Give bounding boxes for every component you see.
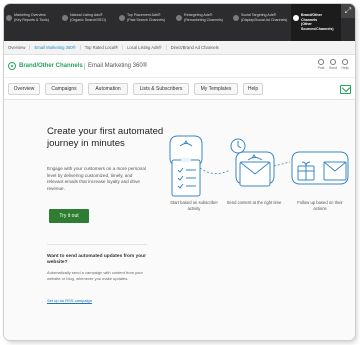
nav-tab-social-targeting[interactable]: Social Targeting Ads® (Display/Social Ad… — [231, 4, 291, 41]
top-placement-icon — [119, 15, 125, 21]
help-button[interactable]: Help — [340, 59, 350, 70]
tab-overview[interactable]: Overview — [8, 83, 40, 95]
nav-tab-sublabel: (Key Reports & Tools) — [14, 17, 49, 22]
nav-tab-sublabel: (Organic Search/SEO) — [70, 17, 106, 22]
marketing-overview-icon — [6, 15, 12, 21]
gift-email-icon — [291, 151, 349, 185]
step-caption-timing: Send content at the right time — [226, 200, 282, 205]
tab-my-templates[interactable]: My Templates — [194, 83, 238, 95]
section-divider — [47, 244, 147, 245]
nav-tab-label: Retargeting Ads® — [184, 13, 213, 17]
tab-lists-subscribers[interactable]: Lists & Subscribers — [133, 83, 189, 95]
nav-tab-sublabel: (Paid Search Channels) — [127, 17, 166, 22]
rss-campaign-link[interactable]: Set up an RSS campaign — [47, 298, 92, 303]
post-label: Post — [317, 66, 325, 70]
brand-title[interactable]: Brand/Other Channels — [19, 63, 83, 69]
post-button[interactable]: Post — [316, 59, 326, 70]
section-tabs: Overview Campaigns Automation Lists & Su… — [4, 78, 355, 100]
help-label: Help — [341, 66, 349, 70]
app-window: Marketing Overview (Key Reports & Tools)… — [4, 4, 355, 340]
try-it-out-button[interactable]: Try it out — [49, 209, 89, 223]
breadcrumb-top-rated-local[interactable]: Top Rated Local® — [81, 45, 124, 50]
expand-icon[interactable]: ⤢ — [341, 4, 355, 18]
send-icon — [330, 59, 336, 65]
checklist-icon — [169, 135, 203, 197]
natural-listing-icon — [62, 15, 68, 21]
nav-tab-label: Marketing Overview — [14, 13, 46, 17]
breadcrumb-email-marketing[interactable]: Email Marketing 360® — [30, 45, 81, 50]
help-icon — [342, 59, 348, 65]
retargeting-icon — [176, 15, 182, 21]
header-divider — [84, 63, 85, 70]
send-label: Send — [329, 66, 337, 70]
brand-logo-icon — [8, 62, 16, 70]
step-caption-follow-up: Follow up based on their actions — [297, 200, 343, 211]
page-title: Create your first automated journey in m… — [47, 126, 164, 149]
tab-automation[interactable]: Automation — [88, 83, 128, 95]
automation-empty-state: Create your first automated journey in m… — [4, 100, 355, 340]
breadcrumb-local-listing[interactable]: Local Listing Ads® — [123, 45, 167, 50]
breadcrumb-overview[interactable]: Overview — [4, 45, 31, 50]
social-targeting-icon — [233, 15, 239, 21]
nav-tab-label: Top Placement Ads® — [127, 13, 161, 17]
rss-heading: Want to send automated updates from your… — [47, 254, 146, 266]
breadcrumb-direct-brand[interactable]: Direct/Brand Ad Channels — [167, 45, 223, 50]
page-header: Brand/Other Channels Email Marketing 360… — [4, 55, 355, 78]
nav-tab-marketing-overview[interactable]: Marketing Overview (Key Reports & Tools) — [4, 4, 60, 41]
brand-other-icon — [293, 15, 299, 21]
step-caption-activity: Start based on subscriber activity — [170, 200, 218, 211]
nav-tab-label: Brand/Other Channels — [301, 13, 322, 22]
breadcrumb: Overview Email Marketing 360® Top Rated … — [4, 41, 355, 55]
nav-tab-natural-listing[interactable]: Natural Listing Ads® (Organic Search/SEO… — [60, 4, 117, 41]
product-title: Email Marketing 360® — [88, 63, 148, 69]
tab-help[interactable]: Help — [243, 83, 263, 95]
clock-email-icon — [230, 138, 275, 187]
nav-tab-label: Social Targeting Ads® — [241, 13, 277, 17]
tab-campaigns[interactable]: Campaigns — [45, 83, 83, 95]
post-icon — [318, 59, 324, 65]
nav-tab-retargeting[interactable]: Retargeting Ads® (Remarketing Channels) — [174, 4, 231, 41]
top-navigation: Marketing Overview (Key Reports & Tools)… — [4, 4, 355, 41]
nav-tab-sublabel: (Display/Social Ad Channels) — [241, 17, 288, 22]
send-button[interactable]: Send — [328, 59, 338, 70]
rss-description: Automatically send a campaign with conte… — [47, 270, 143, 281]
mail-icon[interactable] — [340, 85, 351, 94]
nav-tab-label: Natural Listing Ads® — [70, 13, 103, 17]
flow-connector — [199, 167, 231, 174]
nav-tab-top-placement[interactable]: Top Placement Ads® (Paid Search Channels… — [117, 4, 174, 41]
nav-tab-sublabel: (Other Sources/Channels) — [301, 22, 334, 31]
nav-tab-sublabel: (Remarketing Channels) — [184, 17, 223, 22]
nav-tab-brand-other[interactable]: Brand/Other Channels (Other Sources/Chan… — [291, 4, 341, 41]
intro-text: Engage with your customers on a more per… — [47, 166, 146, 191]
